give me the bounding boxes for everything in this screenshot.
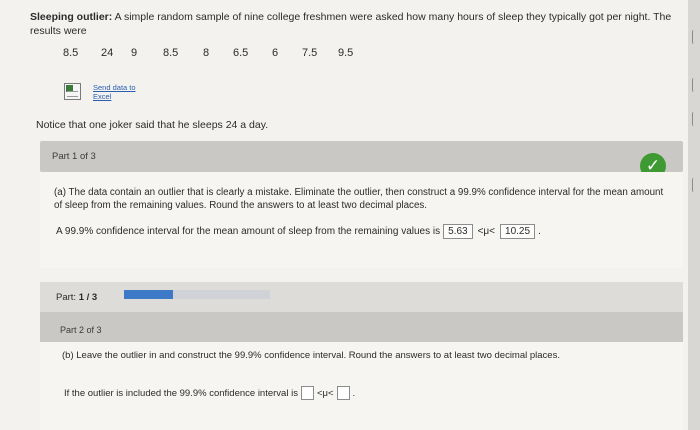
edge-mark (692, 30, 699, 44)
part1-label: Part 1 of 3 (52, 151, 96, 162)
progress-bar-fill (124, 290, 173, 299)
lower-bound-input[interactable]: 5.63 (443, 224, 473, 239)
data-value: 6.5 (233, 47, 249, 59)
progress-bar (124, 290, 270, 299)
data-value: 7.5 (302, 47, 318, 59)
part2-header: Part 2 of 3 (40, 312, 683, 342)
period: . (352, 387, 356, 399)
upper-bound-input[interactable]: 10.25 (500, 224, 536, 239)
data-value: 9 (131, 47, 138, 59)
part2-answer-row: If the outlier is included the 99.9% con… (64, 386, 355, 400)
edge-mark (692, 112, 699, 126)
mu-inequality: <μ< (316, 387, 334, 399)
notice-text: Notice that one joker said that he sleep… (36, 119, 269, 131)
progress-label: Part: 1 / 3 (56, 292, 97, 303)
data-values: 8.5 24 9 8.5 8 6.5 6 7.5 9.5 (63, 47, 368, 59)
edge-mark (692, 178, 699, 192)
excel-icon[interactable] (64, 83, 81, 100)
part1-header: Part 1 of 3 (40, 141, 683, 172)
part2-question: (b) Leave the outlier in and construct t… (62, 350, 560, 361)
period: . (538, 226, 541, 237)
data-value: 8 (203, 47, 210, 59)
part1-answer-row: A 99.9% confidence interval for the mean… (56, 224, 541, 239)
mu-inequality: <μ< (477, 226, 496, 237)
part1-answer-prefix: A 99.9% confidence interval for the mean… (56, 226, 441, 237)
edge-mark (692, 78, 699, 92)
progress-label-text: Part: (56, 292, 77, 303)
part1-question: (a) The data contain an outlier that is … (54, 187, 664, 211)
send-to-excel-link[interactable]: Send data to Excel (93, 83, 139, 101)
data-value: 24 (101, 47, 114, 59)
upper-bound-input[interactable] (336, 386, 350, 400)
data-value: 9.5 (338, 47, 354, 59)
part2-label: Part 2 of 3 (60, 325, 102, 335)
problem-text: A simple random sample of nine college f… (30, 11, 672, 37)
data-value: 8.5 (63, 47, 79, 59)
send-to-excel[interactable]: Send data to Excel (64, 83, 139, 101)
lower-bound-input[interactable] (300, 386, 314, 400)
part2-answer-prefix: If the outlier is included the 99.9% con… (64, 387, 298, 399)
data-value: 6 (272, 47, 279, 59)
right-edge-panel (688, 0, 700, 430)
problem-title: Sleeping outlier: (30, 11, 113, 23)
data-value: 8.5 (163, 47, 179, 59)
progress-value: 1 / 3 (78, 292, 98, 303)
problem-statement: Sleeping outlier: A simple random sample… (30, 10, 680, 38)
